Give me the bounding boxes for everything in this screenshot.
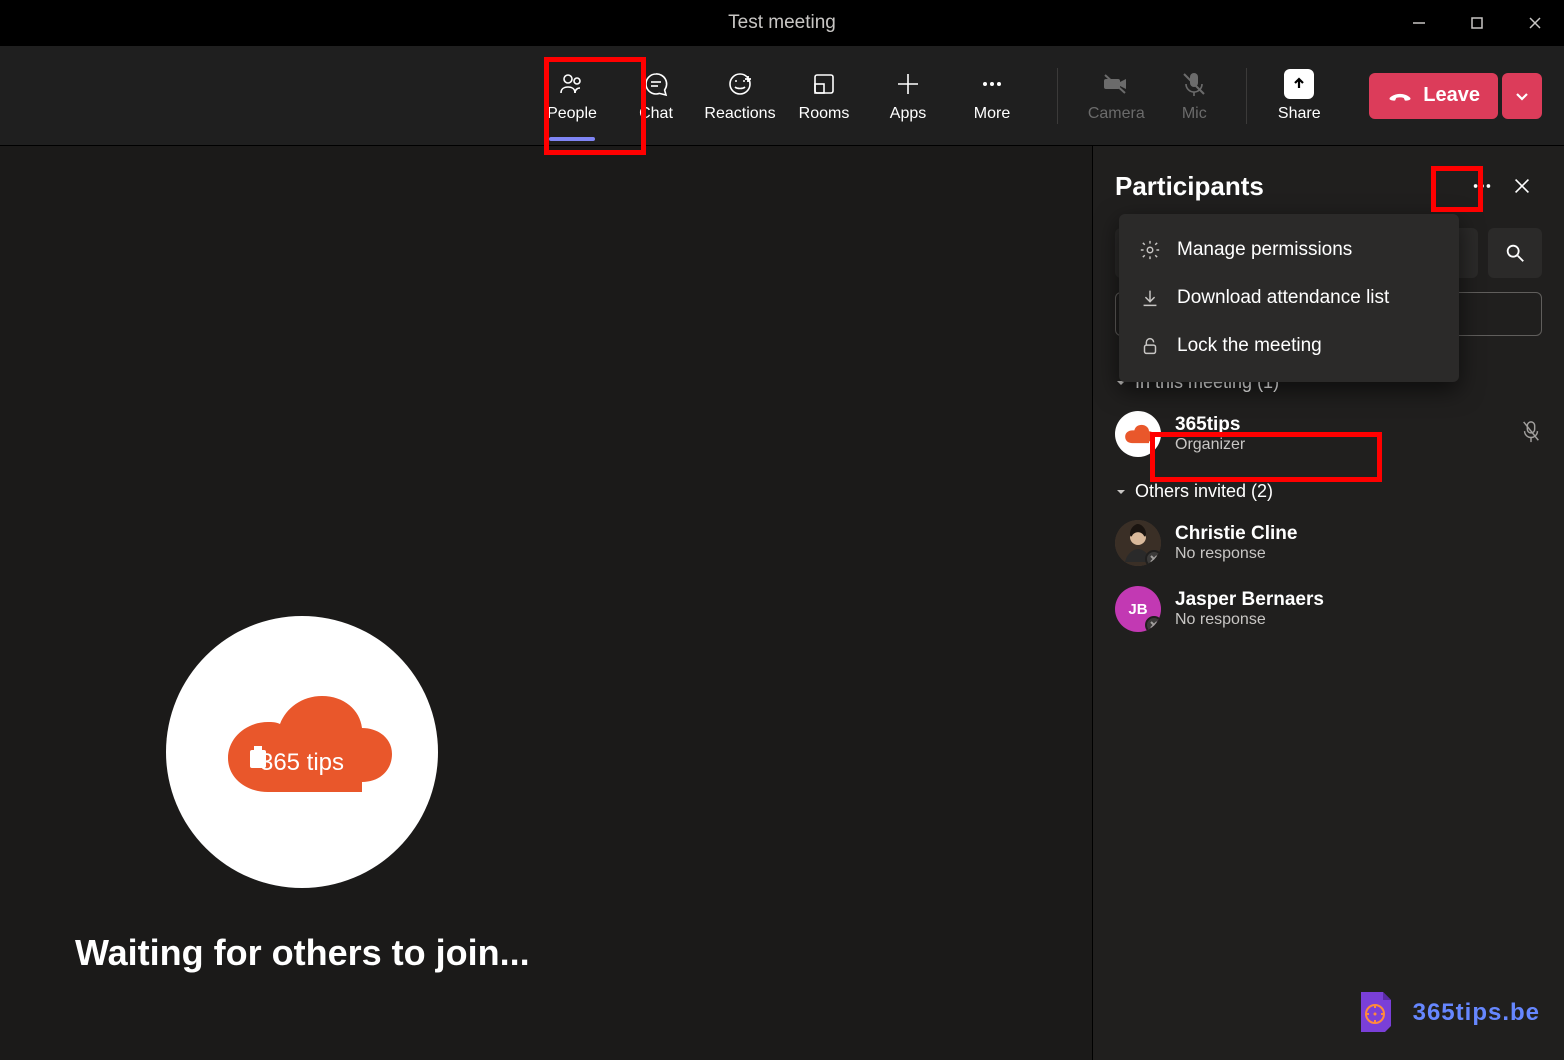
toolbar-separator: [1057, 68, 1058, 124]
self-avatar: 365 tips: [166, 616, 438, 888]
participant-role: Organizer: [1175, 436, 1506, 454]
panel-title: Participants: [1115, 171, 1462, 202]
close-icon: [1511, 175, 1533, 197]
close-button[interactable]: [1506, 0, 1564, 46]
chat-label: Chat: [639, 105, 673, 123]
download-attendance-label: Download attendance list: [1177, 287, 1389, 309]
participant-row[interactable]: 365tips Organizer: [1115, 401, 1542, 467]
invitee-name: Jasper Bernaers: [1175, 589, 1542, 611]
invitee-status: No response: [1175, 611, 1542, 629]
others-invited-label: Others invited (2): [1135, 481, 1273, 502]
status-unknown-icon: [1145, 616, 1161, 632]
more-tab[interactable]: More: [950, 57, 1034, 135]
watermark-text: 365tips.be: [1413, 999, 1540, 1027]
people-label: People: [547, 105, 597, 123]
manage-permissions-item[interactable]: Manage permissions: [1119, 226, 1459, 274]
rooms-icon: [810, 69, 838, 99]
watermark: 365tips.be: [1353, 988, 1540, 1038]
reactions-tab[interactable]: Reactions: [698, 57, 782, 135]
mic-label: Mic: [1182, 105, 1207, 123]
window-controls: [1390, 0, 1564, 46]
apps-label: Apps: [890, 105, 926, 123]
caret-down-icon: [1115, 486, 1127, 498]
waiting-text: Waiting for others to join...: [75, 932, 530, 974]
apps-icon: [894, 69, 922, 99]
camera-toggle[interactable]: Camera: [1074, 57, 1158, 135]
reactions-icon: [726, 69, 754, 99]
lock-open-icon: [1139, 335, 1161, 357]
invite-search-button[interactable]: [1488, 228, 1542, 278]
mic-off-icon: [1180, 69, 1208, 99]
avatar-initials: JB: [1128, 601, 1147, 618]
mic-muted-icon: [1520, 419, 1542, 450]
status-unknown-icon: [1145, 550, 1161, 566]
chat-tab[interactable]: Chat: [614, 57, 698, 135]
lock-meeting-item[interactable]: Lock the meeting: [1119, 322, 1459, 370]
search-icon: [1504, 242, 1526, 264]
avatar: [1115, 520, 1161, 566]
panel-close-button[interactable]: [1502, 166, 1542, 206]
rooms-label: Rooms: [799, 105, 850, 123]
participants-panel: Participants Manage permissions Download…: [1092, 146, 1564, 1060]
panel-more-button[interactable]: [1462, 166, 1502, 206]
people-tab[interactable]: People: [530, 57, 614, 135]
participant-name: 365tips: [1175, 414, 1506, 436]
leave-label: Leave: [1423, 84, 1480, 107]
window-title: Test meeting: [728, 12, 836, 34]
titlebar: Test meeting: [0, 0, 1564, 46]
manage-permissions-label: Manage permissions: [1177, 239, 1352, 261]
mic-toggle[interactable]: Mic: [1158, 57, 1230, 135]
camera-label: Camera: [1088, 105, 1145, 123]
hangup-icon: [1387, 83, 1413, 109]
more-icon: [1471, 175, 1493, 197]
content-area: 365 tips Waiting for others to join... P…: [0, 146, 1564, 1060]
download-icon: [1139, 287, 1161, 309]
share-label: Share: [1278, 105, 1321, 123]
share-button[interactable]: Share: [1263, 69, 1335, 123]
minimize-button[interactable]: [1390, 0, 1448, 46]
camera-off-icon: [1102, 69, 1130, 99]
rooms-tab[interactable]: Rooms: [782, 57, 866, 135]
avatar-text: 365 tips: [260, 749, 344, 776]
more-icon: [978, 69, 1006, 99]
leave-button[interactable]: Leave: [1369, 73, 1498, 119]
invitee-status: No response: [1175, 545, 1542, 563]
maximize-button[interactable]: [1448, 0, 1506, 46]
invitee-row[interactable]: JB Jasper Bernaers No response: [1115, 576, 1542, 642]
watermark-logo-icon: [1353, 988, 1403, 1038]
people-icon: [558, 69, 586, 99]
gear-icon: [1139, 239, 1161, 261]
leave-dropdown[interactable]: [1502, 73, 1542, 119]
reactions-label: Reactions: [704, 105, 775, 123]
participants-more-menu: Manage permissions Download attendance l…: [1119, 214, 1459, 382]
avatar: JB: [1115, 586, 1161, 632]
apps-tab[interactable]: Apps: [866, 57, 950, 135]
chat-icon: [642, 69, 670, 99]
invitee-row[interactable]: Christie Cline No response: [1115, 510, 1542, 576]
toolbar-separator: [1246, 68, 1247, 124]
chevron-down-icon: [1514, 88, 1530, 104]
meeting-stage: 365 tips Waiting for others to join...: [0, 146, 1092, 1060]
avatar: [1115, 411, 1161, 457]
more-label: More: [974, 105, 1010, 123]
invitee-name: Christie Cline: [1175, 523, 1542, 545]
others-invited-section[interactable]: Others invited (2): [1115, 473, 1542, 510]
lock-meeting-label: Lock the meeting: [1177, 335, 1322, 357]
share-icon: [1284, 69, 1314, 99]
meeting-toolbar: People Chat Reactions Rooms Apps: [0, 46, 1564, 146]
download-attendance-item[interactable]: Download attendance list: [1119, 274, 1459, 322]
